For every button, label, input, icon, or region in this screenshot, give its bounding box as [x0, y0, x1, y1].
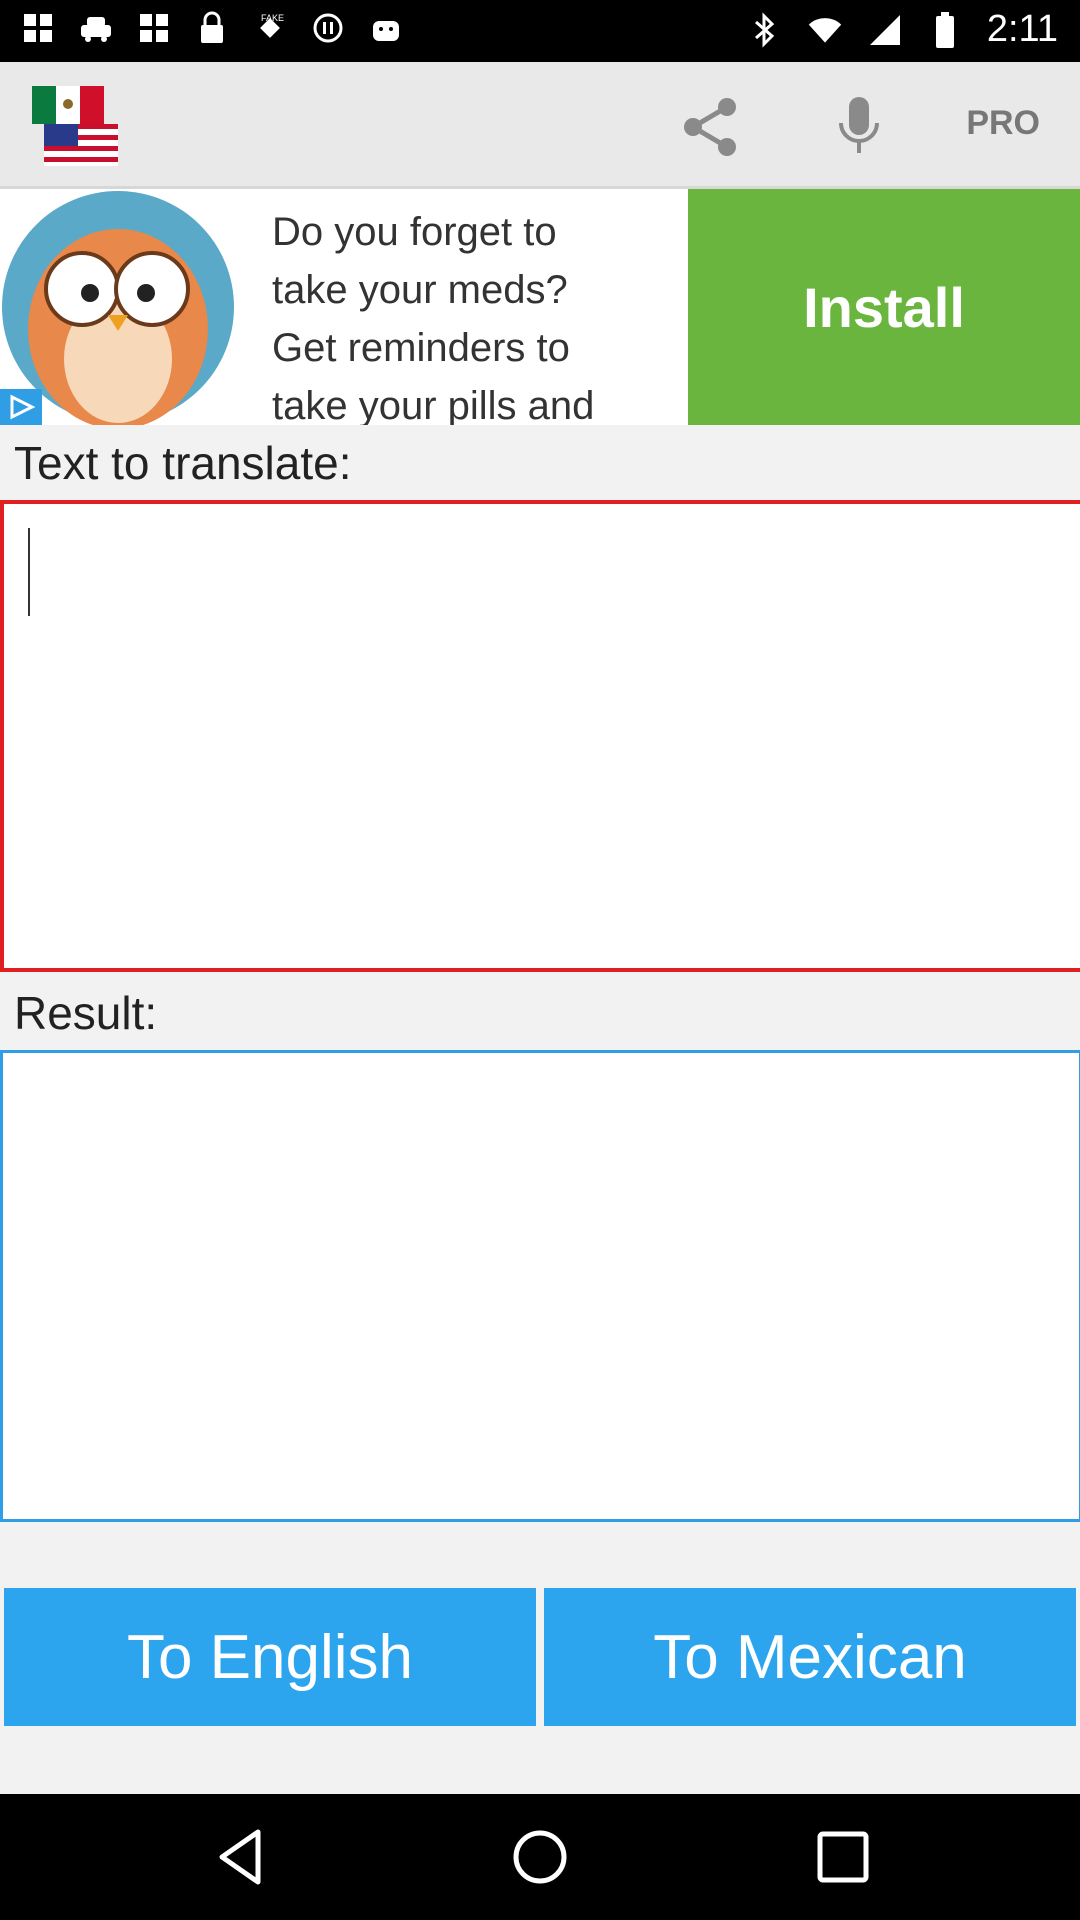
home-icon[interactable] [505, 1822, 575, 1892]
android-icon [368, 10, 404, 46]
app-bar: PRO [0, 62, 1080, 190]
translate-input[interactable] [0, 500, 1080, 972]
to-mexican-button[interactable]: To Mexican [544, 1588, 1076, 1726]
bluetooth-icon [747, 11, 783, 48]
install-button[interactable]: Install [688, 189, 1080, 425]
notification-icons: FAKE [20, 10, 404, 46]
ad-text: Do you forget to take your meds? Get rem… [272, 210, 595, 425]
signal-icon [867, 12, 903, 48]
taxi-icon [78, 10, 114, 46]
status-bar: FAKE 2:11 [0, 0, 1080, 62]
recent-apps-icon[interactable] [808, 1822, 878, 1892]
battery-icon [927, 11, 963, 48]
wifi-icon [807, 12, 843, 48]
ad-banner[interactable]: Do you forget to take your meds? Get rem… [0, 189, 1080, 425]
circle-icon [310, 10, 346, 46]
result-output[interactable] [0, 1050, 1080, 1522]
share-icon[interactable] [676, 92, 746, 162]
svg-text:FAKE: FAKE [261, 13, 284, 23]
gallery-icon [136, 10, 172, 46]
ad-choices-icon[interactable] [0, 389, 42, 425]
gallery-icon [20, 10, 56, 46]
navigation-bar [0, 1794, 1080, 1920]
pro-button[interactable]: PRO [966, 104, 1040, 143]
back-icon[interactable] [206, 1822, 276, 1892]
text-cursor [28, 528, 30, 616]
system-icons: 2:11 [747, 8, 1058, 51]
clock: 2:11 [986, 8, 1058, 50]
lock-icon [194, 10, 230, 46]
flags-icon[interactable] [30, 84, 120, 168]
text-to-translate-label: Text to translate: [14, 437, 352, 489]
microphone-icon[interactable] [824, 92, 894, 162]
fake-gps-icon: FAKE [252, 10, 288, 46]
to-english-button[interactable]: To English [4, 1588, 536, 1726]
result-label: Result: [14, 987, 158, 1039]
